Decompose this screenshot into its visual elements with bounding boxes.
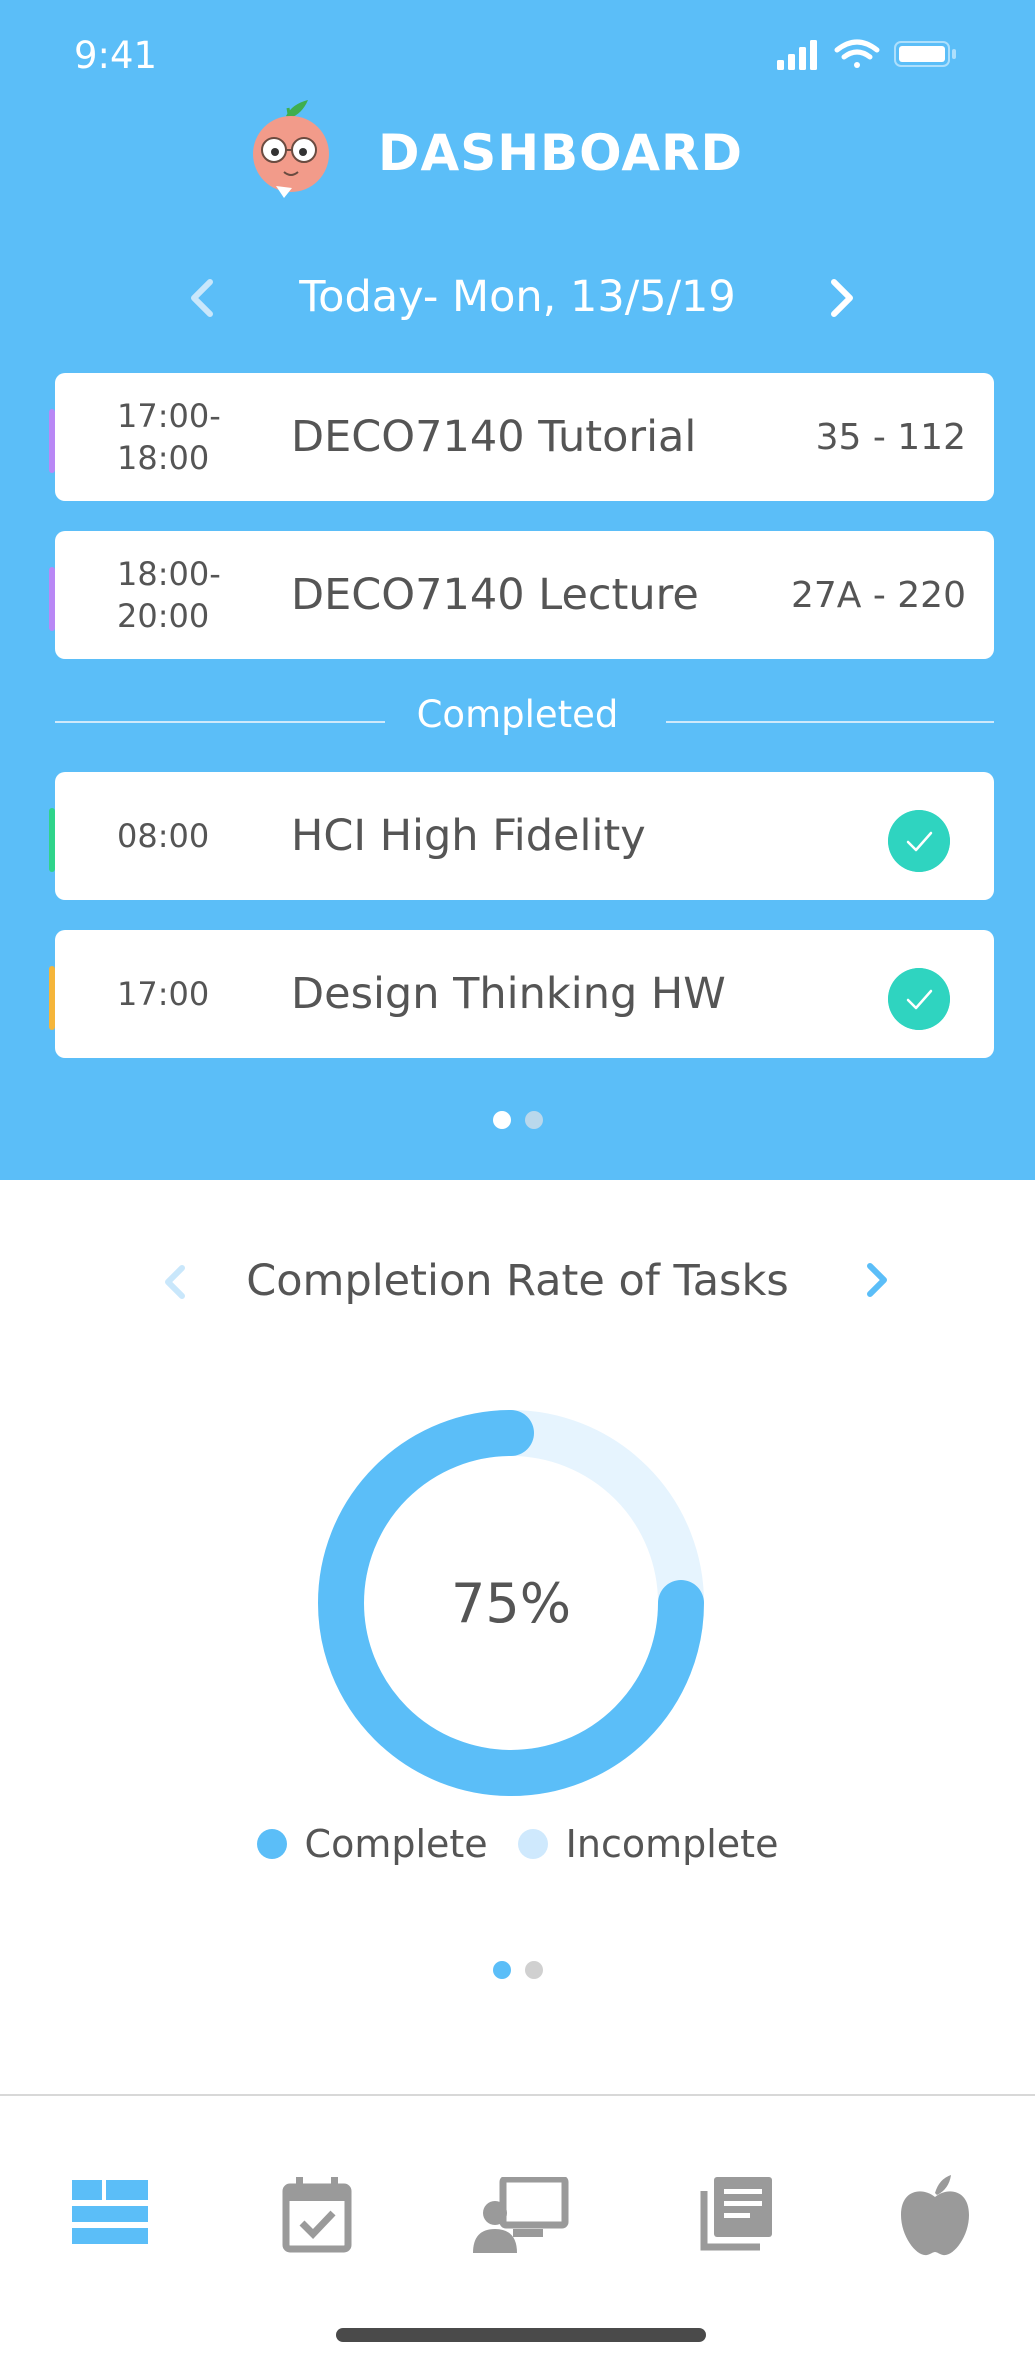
apple-icon — [901, 2175, 969, 2256]
dashboard-header-panel: 9:41 DASHBOARD Today- Mon, 13/5/19 17:00… — [0, 0, 1035, 1180]
legend-item-incomplete: Incomplete — [517, 1822, 779, 1866]
chart-legend: Complete Incomplete — [0, 1822, 1035, 1866]
page-dot[interactable] — [524, 1961, 543, 1979]
page-dot-active[interactable] — [492, 1961, 511, 1979]
card-time: 18:00- 20:00 — [117, 555, 221, 635]
legend-item-complete: Complete — [256, 1822, 488, 1866]
schedule-card[interactable]: 18:00- 20:00 DECO7140 Lecture 27A - 220 — [49, 531, 994, 659]
card-title: DECO7140 Tutorial — [291, 412, 697, 462]
card-room: 27A - 220 — [790, 574, 966, 616]
legend-label-incomplete: Incomplete — [565, 1822, 779, 1866]
date-label: Today- Mon, 13/5/19 — [299, 272, 736, 322]
card-time: 17:00- 18:00 — [117, 397, 221, 477]
tab-bar-divider — [0, 2094, 1035, 2096]
date-navigator: Today- Mon, 13/5/19 — [0, 268, 1035, 328]
legend-swatch-incomplete — [517, 1829, 548, 1859]
status-time: 9:41 — [74, 34, 158, 77]
tab-health[interactable] — [880, 2160, 990, 2270]
tab-calendar[interactable] — [262, 2160, 372, 2270]
completed-card[interactable]: 08:00 HCI High Fidelity — [49, 772, 994, 900]
signal-icon — [777, 40, 817, 70]
tab-classes[interactable] — [466, 2160, 576, 2270]
battery-icon — [894, 41, 956, 67]
page-dot-active[interactable] — [492, 1111, 511, 1129]
presentation-icon — [473, 2177, 569, 2253]
home-indicator — [336, 2328, 706, 2342]
card-accent-bar — [49, 567, 55, 631]
card-accent-bar — [49, 808, 55, 872]
completed-card[interactable]: 17:00 Design Thinking HW — [49, 930, 994, 1058]
peach-mascot-icon — [253, 100, 329, 198]
status-icons — [777, 39, 956, 70]
page-title: DASHBOARD — [378, 124, 744, 182]
wifi-icon — [834, 39, 880, 68]
tab-bar — [0, 2160, 1035, 2280]
dashboard-icon — [72, 2180, 148, 2244]
bottom-page-indicator[interactable] — [0, 1961, 1035, 1979]
card-room: 35 - 112 — [815, 416, 966, 458]
tab-notes[interactable] — [681, 2160, 791, 2270]
chart-header: Completion Rate of Tasks — [0, 1250, 1035, 1310]
card-title: HCI High Fidelity — [291, 811, 646, 861]
card-accent-bar — [49, 966, 55, 1030]
chevron-right-icon[interactable] — [860, 1260, 896, 1300]
schedule-card[interactable]: 17:00- 18:00 DECO7140 Tutorial 35 - 112 — [49, 373, 994, 501]
card-title: DECO7140 Lecture — [291, 570, 699, 620]
donut-center-value: 75% — [450, 1571, 572, 1635]
card-time: 17:00 — [117, 975, 210, 1013]
page-dot[interactable] — [524, 1111, 543, 1129]
tab-dashboard[interactable] — [55, 2160, 165, 2270]
card-time: 08:00 — [117, 817, 210, 855]
checkmark-icon[interactable] — [888, 810, 950, 872]
chevron-right-icon[interactable] — [822, 276, 862, 320]
card-accent-bar — [49, 409, 55, 473]
divider-line-right — [666, 721, 994, 723]
notes-icon — [700, 2177, 772, 2251]
calendar-check-icon — [282, 2177, 352, 2253]
checkmark-icon[interactable] — [888, 968, 950, 1030]
top-page-indicator[interactable] — [0, 1111, 1035, 1129]
card-title: Design Thinking HW — [291, 969, 726, 1019]
legend-swatch-complete — [256, 1829, 287, 1859]
completed-section-label: Completed — [416, 693, 619, 736]
legend-label-complete: Complete — [304, 1822, 488, 1866]
